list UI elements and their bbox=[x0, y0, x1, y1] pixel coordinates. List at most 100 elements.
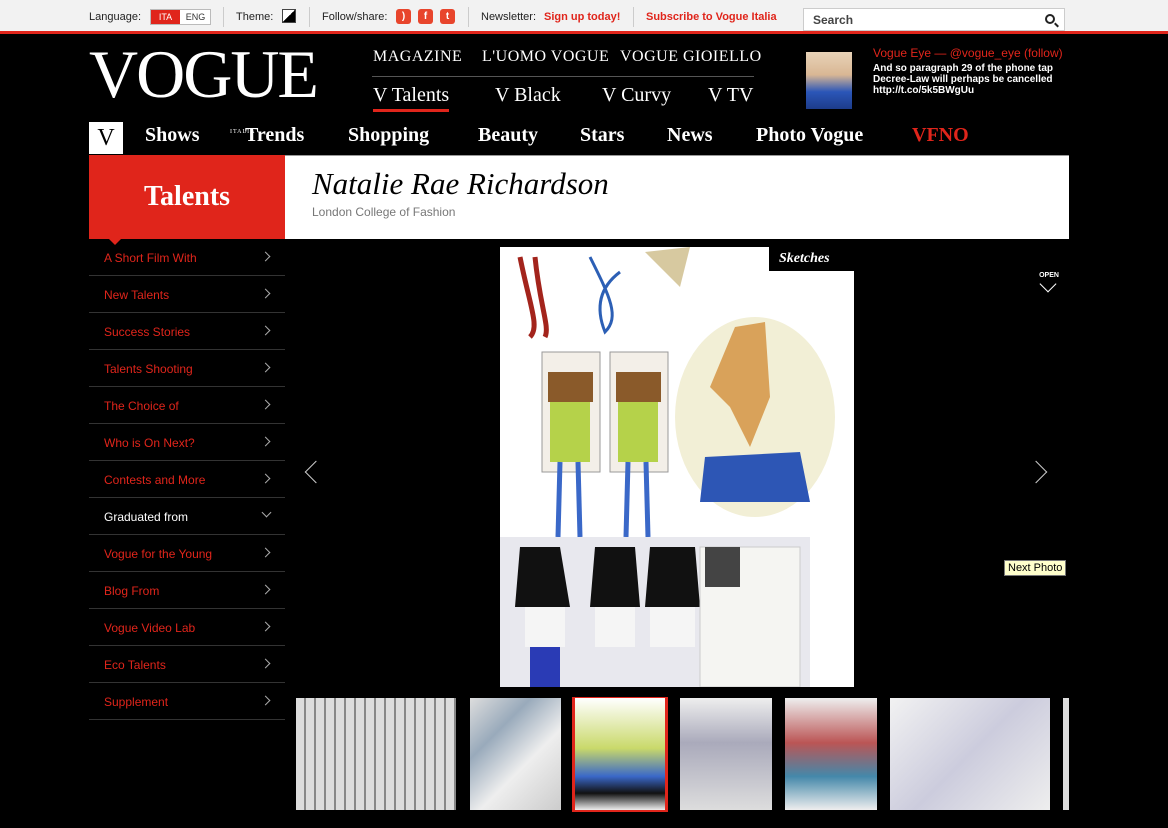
chevron-right-icon bbox=[260, 473, 271, 484]
thumbnail-3-selected[interactable] bbox=[572, 697, 668, 812]
signup-link[interactable]: Sign up today! bbox=[544, 11, 620, 23]
vogue-eye-title[interactable]: Vogue Eye — @vogue_eye (follow) bbox=[873, 46, 1063, 60]
nav-divider bbox=[372, 76, 754, 77]
sidebar-item-success-stories[interactable]: Success Stories bbox=[89, 313, 285, 350]
sidebar-item-label: Graduated from bbox=[104, 510, 189, 524]
chevron-right-icon bbox=[260, 658, 271, 669]
search-box[interactable]: Search bbox=[803, 8, 1065, 31]
nav-trends[interactable]: Trends bbox=[245, 124, 304, 147]
sidebar-item-short-film[interactable]: A Short Film With bbox=[89, 239, 285, 276]
sidebar-item-talents-shooting[interactable]: Talents Shooting bbox=[89, 350, 285, 387]
chevron-right-icon bbox=[260, 251, 271, 262]
chevron-right-icon bbox=[260, 584, 271, 595]
sidebar-item-label: Success Stories bbox=[104, 325, 191, 339]
divider bbox=[223, 7, 224, 27]
chevron-right-icon bbox=[260, 621, 271, 632]
nav-uomo-vogue[interactable]: L'UOMO VOGUE bbox=[482, 48, 609, 66]
sidebar-item-new-talents[interactable]: New Talents bbox=[89, 276, 285, 313]
chevron-right-icon bbox=[260, 436, 271, 447]
sidebar-item-label: Supplement bbox=[104, 695, 169, 709]
sidebar-item-label: A Short Film With bbox=[104, 251, 197, 265]
sidebar-item-video-lab[interactable]: Vogue Video Lab bbox=[89, 609, 285, 646]
thumbnail-7[interactable] bbox=[1063, 698, 1069, 810]
sketch-image bbox=[500, 247, 854, 687]
profile-school: London College of Fashion bbox=[312, 205, 456, 219]
divider bbox=[468, 7, 469, 27]
nav-v-talents[interactable]: V Talents bbox=[373, 84, 450, 112]
sidebar-item-contests[interactable]: Contests and More bbox=[89, 461, 285, 498]
newsletter-label: Newsletter: bbox=[481, 11, 537, 23]
sidebar-item-label: Blog From bbox=[104, 584, 160, 598]
language-label: Language: bbox=[89, 11, 141, 23]
lang-ita-button[interactable]: ITA bbox=[151, 10, 180, 24]
chevron-right-icon bbox=[260, 695, 271, 706]
sidebar-item-label: Vogue for the Young bbox=[104, 547, 213, 561]
nav-news[interactable]: News bbox=[667, 124, 713, 147]
nav-v-curvy[interactable]: V Curvy bbox=[602, 84, 671, 107]
nav-beauty[interactable]: Beauty bbox=[478, 124, 538, 147]
next-photo-arrow-icon[interactable] bbox=[1024, 460, 1048, 484]
sidebar-item-supplement[interactable]: Supplement bbox=[89, 683, 285, 720]
nav-stars[interactable]: Stars bbox=[580, 124, 624, 147]
sidebar-item-label: Eco Talents bbox=[104, 658, 166, 672]
sidebar-item-vogue-young[interactable]: Vogue for the Young bbox=[89, 535, 285, 572]
thumbnail-6[interactable] bbox=[890, 698, 1050, 810]
vogue-logo[interactable]: VOGUE ITALIA bbox=[89, 38, 319, 135]
previous-photo-arrow-icon[interactable] bbox=[304, 460, 328, 484]
top-bar: Language: ITA ENG Theme: Follow/share: )… bbox=[0, 0, 1168, 34]
theme-toggle-icon[interactable] bbox=[282, 9, 296, 23]
chevron-right-icon bbox=[260, 325, 271, 336]
sidebar-item-graduated-from[interactable]: Graduated from bbox=[89, 498, 285, 535]
sidebar-item-label: Talents Shooting bbox=[104, 362, 193, 376]
thumbnail-2[interactable] bbox=[470, 698, 561, 810]
search-icon[interactable] bbox=[1045, 14, 1055, 24]
sidebar-item-who-is-on-next[interactable]: Who is On Next? bbox=[89, 424, 285, 461]
logo-text: VOGUE bbox=[89, 36, 319, 112]
search-input[interactable]: Search bbox=[813, 13, 853, 27]
section-title: Talents bbox=[89, 155, 285, 245]
open-button[interactable]: OPEN bbox=[1034, 272, 1064, 298]
vogue-eye-tweet[interactable]: And so paragraph 29 of the phone tap Dec… bbox=[873, 63, 1073, 96]
sidebar-item-label: Contests and More bbox=[104, 473, 206, 487]
thumbnail-1[interactable] bbox=[296, 698, 456, 810]
divider bbox=[633, 7, 634, 27]
follow-label: Follow/share: bbox=[322, 11, 388, 23]
thumbnail-4[interactable] bbox=[680, 698, 772, 810]
subscribe-link[interactable]: Subscribe to Vogue Italia bbox=[646, 11, 777, 23]
nav-shows[interactable]: Shows bbox=[145, 124, 199, 147]
lang-eng-button[interactable]: ENG bbox=[181, 10, 210, 24]
chevron-right-icon bbox=[260, 362, 271, 373]
sidebar: A Short Film With New Talents Success St… bbox=[89, 239, 285, 720]
vogue-eye-avatar[interactable] bbox=[806, 52, 852, 109]
main-nav: V Shows Trends Shopping Beauty Stars New… bbox=[89, 120, 1069, 156]
profile-header: Natalie Rae Richardson London College of… bbox=[285, 155, 1069, 239]
twitter-icon[interactable]: t bbox=[440, 9, 455, 24]
nav-magazine[interactable]: MAGAZINE bbox=[373, 48, 462, 66]
v-home-button[interactable]: V bbox=[89, 122, 123, 154]
next-photo-tooltip: Next Photo bbox=[1004, 560, 1067, 576]
chevron-right-icon bbox=[260, 547, 271, 558]
nav-v-black[interactable]: V Black bbox=[495, 84, 561, 107]
sidebar-item-label: New Talents bbox=[104, 288, 170, 302]
main-photo[interactable] bbox=[500, 247, 854, 687]
divider bbox=[309, 7, 310, 27]
nav-shopping[interactable]: Shopping bbox=[348, 124, 429, 147]
sidebar-item-blog-from[interactable]: Blog From bbox=[89, 572, 285, 609]
thumbnail-5[interactable] bbox=[785, 698, 877, 810]
sidebar-item-label: The Choice of bbox=[104, 399, 179, 413]
profile-name: Natalie Rae Richardson bbox=[312, 166, 609, 201]
sidebar-item-eco-talents[interactable]: Eco Talents bbox=[89, 646, 285, 683]
nav-photo-vogue[interactable]: Photo Vogue bbox=[756, 124, 863, 147]
language-switch[interactable]: ITA ENG bbox=[150, 9, 211, 25]
nav-vogue-gioiello[interactable]: VOGUE GIOIELLO bbox=[620, 48, 762, 66]
facebook-icon[interactable]: f bbox=[418, 9, 433, 24]
sidebar-item-label: Vogue Video Lab bbox=[104, 621, 196, 635]
theme-label: Theme: bbox=[236, 11, 274, 23]
photo-caption: Sketches bbox=[769, 247, 854, 271]
chevron-right-icon bbox=[260, 399, 271, 410]
sidebar-item-label: Who is On Next? bbox=[104, 436, 195, 450]
nav-vfno[interactable]: VFNO bbox=[912, 124, 969, 147]
sidebar-item-choice-of[interactable]: The Choice of bbox=[89, 387, 285, 424]
nav-v-tv[interactable]: V TV bbox=[708, 84, 753, 107]
rss-icon[interactable]: ) bbox=[396, 9, 411, 24]
